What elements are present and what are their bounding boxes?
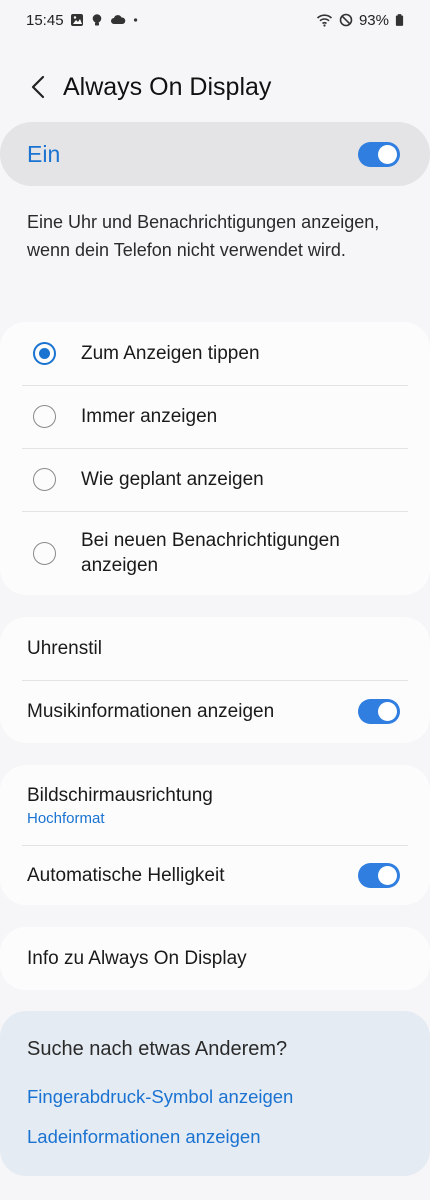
- about-row[interactable]: Info zu Always On Display: [0, 927, 430, 990]
- orientation-label: Bildschirmausrichtung: [27, 785, 213, 806]
- auto-brightness-label: Automatische Helligkeit: [27, 864, 225, 886]
- orientation-row[interactable]: Bildschirmausrichtung Hochformat: [0, 765, 430, 845]
- music-info-row[interactable]: Musikinformationen anzeigen: [0, 680, 430, 743]
- dot-icon: [133, 18, 137, 22]
- radio-button[interactable]: [33, 468, 56, 491]
- radio-option-scheduled[interactable]: Wie geplant anzeigen: [0, 448, 430, 511]
- radio-option-tap-to-show[interactable]: Zum Anzeigen tippen: [0, 322, 430, 385]
- radio-button[interactable]: [33, 541, 56, 565]
- orientation-text: Bildschirmausrichtung Hochformat: [27, 783, 400, 827]
- suggestion-link-fingerprint[interactable]: Fingerabdruck-Symbol anzeigen: [27, 1086, 293, 1108]
- radio-button[interactable]: [33, 405, 56, 428]
- radio-label: Immer anzeigen: [81, 406, 218, 427]
- clock-style-row[interactable]: Uhrenstil: [0, 617, 430, 680]
- status-time: 15:45: [26, 11, 64, 29]
- cloud-icon: [110, 15, 125, 24]
- master-switch-bar[interactable]: Ein: [0, 122, 430, 186]
- display-mode-card: Zum Anzeigen tippen Immer anzeigen Wie g…: [0, 322, 430, 595]
- radio-button-selected[interactable]: [33, 342, 56, 365]
- radio-option-always-show[interactable]: Immer anzeigen: [0, 385, 430, 448]
- orientation-value: Hochformat: [27, 810, 105, 827]
- bulb-icon: [92, 14, 101, 26]
- status-left: 15:45: [26, 12, 142, 29]
- battery-percent: 93%: [358, 11, 389, 29]
- music-info-toggle[interactable]: [358, 699, 400, 724]
- radio-label: Bei neuen Benachrichtigungen anzeigen: [81, 530, 340, 576]
- suggestions-title: Suche nach etwas Anderem?: [27, 1038, 288, 1060]
- wifi-icon: [316, 14, 333, 27]
- chevron-left-icon: [31, 75, 45, 99]
- radio-option-new-notifications[interactable]: Bei neuen Benachrichtigungen anzeigen: [0, 511, 430, 595]
- about-label: Info zu Always On Display: [27, 948, 247, 969]
- app-header: Always On Display: [0, 62, 430, 112]
- auto-brightness-toggle[interactable]: [358, 862, 400, 888]
- battery-icon: [395, 14, 404, 26]
- toggle-knob: [378, 702, 397, 721]
- suggestions-card: Suche nach etwas Anderem? Fingerabdruck-…: [0, 1011, 430, 1176]
- master-toggle[interactable]: [358, 141, 400, 167]
- clock-settings-card: Uhrenstil Musikinformationen anzeigen: [0, 617, 430, 743]
- page-title: Always On Display: [63, 72, 272, 101]
- suggestion-link-charging-info[interactable]: Ladeinformationen anzeigen: [27, 1126, 260, 1148]
- status-bar: 15:45 93%: [0, 0, 430, 40]
- toggle-knob: [378, 865, 397, 885]
- radio-label: Wie geplant anzeigen: [81, 469, 264, 490]
- do-not-disturb-icon: [339, 13, 353, 27]
- about-card: Info zu Always On Display: [0, 927, 430, 990]
- music-info-label: Musikinformationen anzeigen: [27, 701, 275, 722]
- display-settings-card: Bildschirmausrichtung Hochformat Automat…: [0, 765, 430, 905]
- feature-description: Eine Uhr und Benachrichtigungen anzeigen…: [27, 212, 380, 260]
- back-button[interactable]: [18, 67, 58, 107]
- status-right: 93%: [316, 12, 404, 29]
- radio-label: Zum Anzeigen tippen: [81, 343, 260, 364]
- auto-brightness-row[interactable]: Automatische Helligkeit: [0, 845, 430, 905]
- toggle-knob: [378, 144, 397, 164]
- clock-style-label: Uhrenstil: [27, 638, 102, 659]
- master-switch-label: Ein: [27, 140, 61, 167]
- image-icon: [70, 14, 83, 26]
